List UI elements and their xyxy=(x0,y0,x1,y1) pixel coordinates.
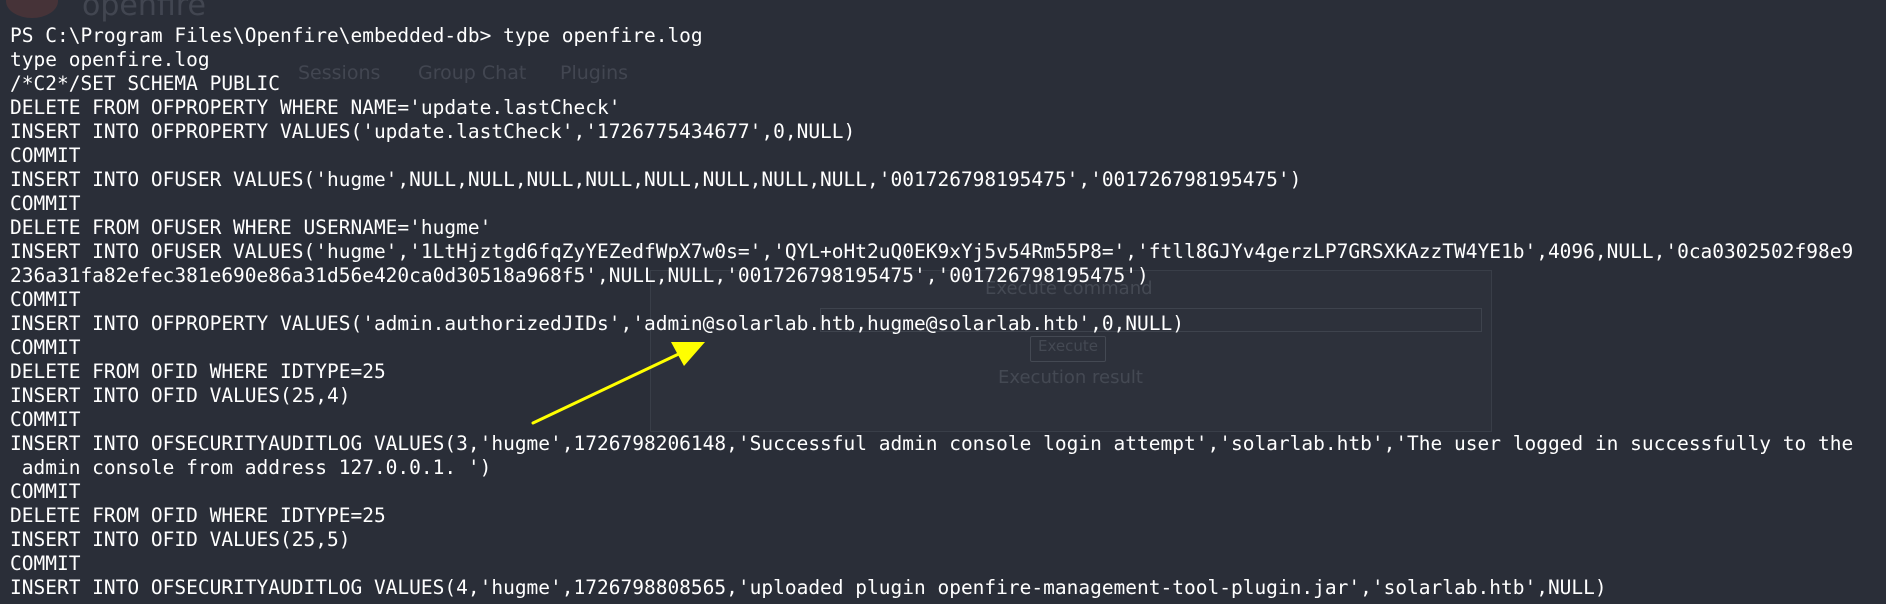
arrow-shaft xyxy=(531,349,687,425)
yellow-arrow-icon xyxy=(531,342,705,425)
